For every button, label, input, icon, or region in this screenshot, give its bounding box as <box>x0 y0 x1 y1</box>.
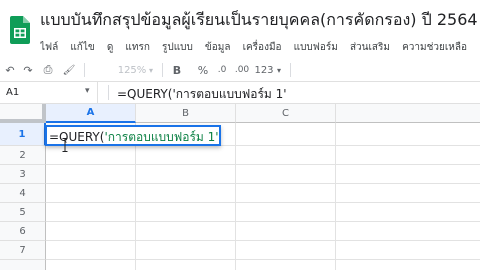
formula-bar: A1 ▾ =QUERY('การตอบแบบฟอร์ม 1' <box>0 82 480 104</box>
chevron-down-icon[interactable]: ▾ <box>85 86 90 96</box>
name-box-value: A1 <box>6 87 20 98</box>
name-box[interactable]: A1 ▾ <box>0 82 98 103</box>
row-header-4[interactable]: 4 <box>0 184 46 203</box>
menu-edit[interactable]: แก้ไข <box>70 40 94 55</box>
row-header-1[interactable]: 1 <box>0 123 46 146</box>
percent-format-button[interactable]: % <box>196 61 210 79</box>
toolbar-divider <box>162 63 163 77</box>
increase-decimal-button[interactable]: .00 <box>231 61 253 79</box>
formula-function: =QUERY( <box>49 130 105 144</box>
zoom-select[interactable]: 125% <box>118 61 147 79</box>
menu-format[interactable]: รูปแบบ <box>162 40 193 55</box>
more-formats-button[interactable]: 123 <box>254 61 274 79</box>
toolbar: ↶ ↷ ⎙ 🖌 125% ▾ B % .0 .00 123 ▾ <box>0 58 480 82</box>
decrease-decimal-button[interactable]: .0 <box>214 61 230 79</box>
bold-button[interactable]: B <box>170 61 184 79</box>
menu-bar: ไฟล์ แก้ไข ดู แทรก รูปแบบ ข้อมูล เครื่อง… <box>40 35 480 55</box>
row-header-8[interactable] <box>0 260 46 270</box>
menu-addons[interactable]: ส่วนเสริม <box>350 40 390 55</box>
row-gridline <box>46 164 480 165</box>
print-icon[interactable]: ⎙ <box>40 61 56 79</box>
row-header-5[interactable]: 5 <box>0 203 46 222</box>
column-gridline <box>235 123 236 270</box>
menu-help[interactable]: ความช่วยเหลือ <box>402 40 467 55</box>
menu-data[interactable]: ข้อมูล <box>205 40 231 55</box>
menu-insert[interactable]: แทรก <box>125 40 149 55</box>
menu-form[interactable]: แบบฟอร์ม <box>294 40 338 55</box>
row-header-6[interactable]: 6 <box>0 222 46 241</box>
toolbar-divider <box>290 63 291 77</box>
toolbar-divider <box>84 63 85 77</box>
text-cursor-icon <box>62 138 68 152</box>
column-gridline <box>335 123 336 270</box>
row-gridline <box>46 221 480 222</box>
formula-string-argument: 'การตอบแบบฟอร์ม 1' <box>104 130 219 144</box>
column-header-next[interactable] <box>336 104 480 123</box>
row-gridline <box>46 183 480 184</box>
formula-input[interactable]: =QUERY('การตอบแบบฟอร์ม 1' <box>117 85 287 104</box>
row-header-3[interactable]: 3 <box>0 165 46 184</box>
column-header-a[interactable]: A <box>46 104 136 123</box>
menu-view[interactable]: ดู <box>107 40 114 55</box>
app-header: แบบบันทึกสรุปข้อมูลผู้เรียนเป็นรายบุคคล(… <box>0 0 480 56</box>
redo-icon[interactable]: ↷ <box>20 61 36 79</box>
select-all-corner[interactable] <box>0 104 46 123</box>
column-header-c[interactable]: C <box>236 104 336 123</box>
chevron-down-icon[interactable]: ▾ <box>274 61 284 79</box>
menu-file[interactable]: ไฟล์ <box>40 40 58 55</box>
chevron-down-icon[interactable]: ▾ <box>146 61 156 79</box>
row-header-7[interactable]: 7 <box>0 241 46 260</box>
document-title[interactable]: แบบบันทึกสรุปข้อมูลผู้เรียนเป็นรายบุคคล(… <box>40 8 480 33</box>
formula-divider <box>108 85 109 100</box>
column-header-b[interactable]: B <box>136 104 236 123</box>
undo-icon[interactable]: ↶ <box>2 61 18 79</box>
cell-editor-a1[interactable]: =QUERY('การตอบแบบฟอร์ม 1' <box>45 125 221 146</box>
row-gridline <box>46 240 480 241</box>
paint-format-icon[interactable]: 🖌 <box>60 61 78 79</box>
row-header-2[interactable]: 2 <box>0 146 46 165</box>
spreadsheet-grid[interactable]: A B C 1 2 3 4 5 6 7 =QUERY('การตอบแบบฟอร… <box>0 104 480 270</box>
row-gridline <box>46 202 480 203</box>
google-sheets-logo-icon[interactable] <box>10 16 30 44</box>
menu-tools[interactable]: เครื่องมือ <box>243 40 282 55</box>
row-gridline <box>46 259 480 260</box>
